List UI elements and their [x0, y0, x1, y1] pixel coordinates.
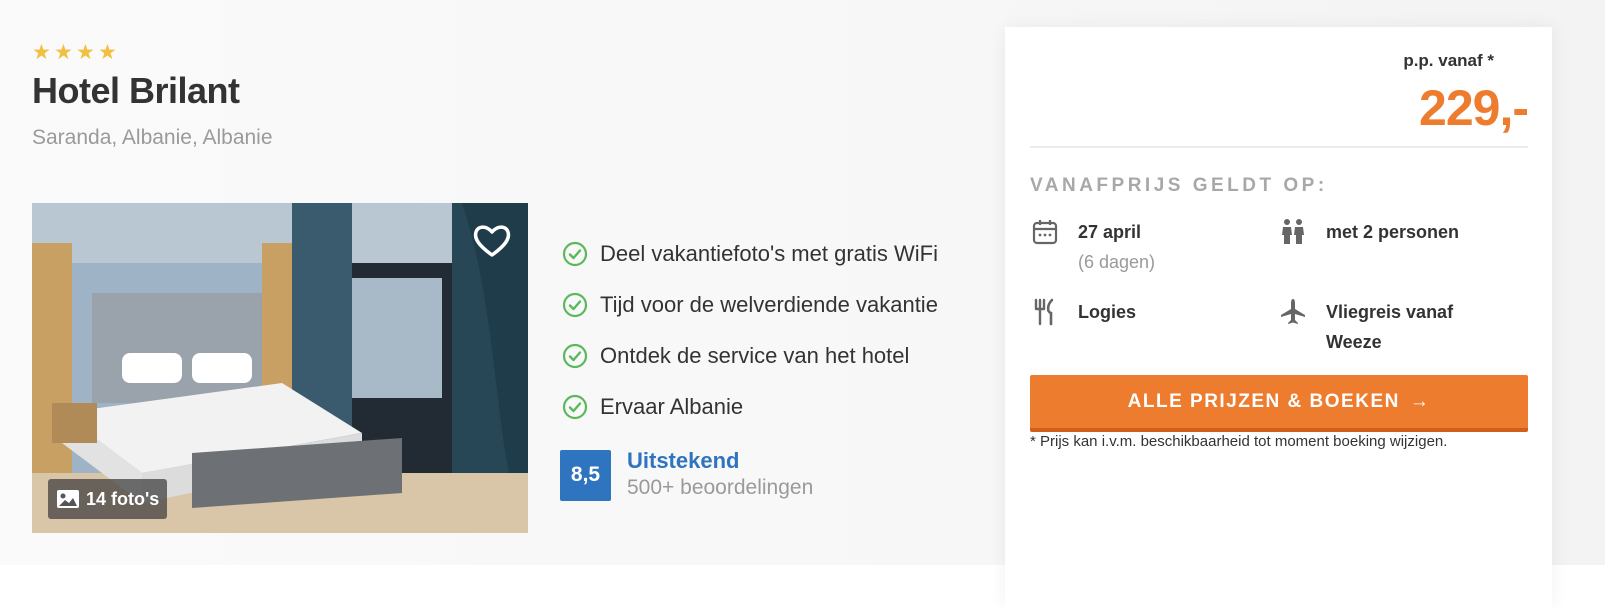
trip-duration: (6 dagen) [1078, 252, 1156, 272]
persons-info: met 2 personen [1278, 217, 1459, 247]
list-item: Ontdek de service van het hotel [562, 330, 938, 381]
photos-count-button[interactable]: 14 foto's [48, 479, 168, 519]
list-item: Deel vakantiefoto's met gratis WiFi [562, 228, 938, 279]
hotel-name: Hotel Brilant [32, 70, 240, 111]
persons-icon [1282, 219, 1304, 244]
star-icon: ★ [98, 41, 117, 64]
book-button-label: ALLE PRIJZEN & BOEKEN [1127, 390, 1400, 412]
heart-icon[interactable] [472, 221, 512, 261]
flight-origin: Weeze [1326, 332, 1382, 352]
rating-score-badge: 8,5 [560, 449, 611, 501]
price-amount: 229,- [1419, 80, 1529, 136]
price-applies-heading: VANAFPRIJS GELDT OP: [1030, 175, 1328, 196]
departure-date: 27 april [1078, 222, 1142, 242]
feature-text: Deel vakantiefoto's met gratis WiFi [600, 240, 938, 266]
plane-icon [1281, 299, 1305, 324]
book-button[interactable]: ALLE PRIJZEN & BOEKEN → [1030, 375, 1528, 432]
arrow-right-icon: → [1409, 390, 1431, 412]
check-circle-icon [562, 343, 588, 368]
divider [1030, 146, 1528, 148]
hotel-photo[interactable]: 14 foto's [32, 203, 528, 533]
image-icon [57, 490, 79, 508]
review-count: 500+ beoordelingen [627, 476, 814, 499]
star-icon: ★ [76, 41, 95, 64]
star-icon: ★ [54, 41, 73, 64]
rating-label-link[interactable]: Uitstekend [627, 448, 813, 474]
review-rating[interactable]: 8,5 Uitstekend 500+ beoordelingen [560, 448, 813, 502]
cutlery-icon [1034, 298, 1054, 326]
feature-text: Tijd voor de welverdiende vakantie [600, 291, 938, 317]
feature-list: Deel vakantiefoto's met gratis WiFi Tijd… [562, 228, 938, 432]
star-rating: ★ ★ ★ ★ [32, 41, 118, 64]
photos-count-label: 14 foto's [86, 488, 160, 509]
price-per-person-label: p.p. vanaf * [1403, 51, 1494, 70]
feature-text: Ervaar Albanie [600, 393, 744, 419]
star-icon: ★ [32, 41, 51, 64]
board-type: Logies [1078, 302, 1137, 322]
flight-departure-label: Vliegreis vanaf [1326, 302, 1454, 322]
list-item: Ervaar Albanie [562, 381, 938, 432]
price-card: p.p. vanaf * 229,- VANAFPRIJS GELDT OP: … [1005, 27, 1552, 607]
board-info: Logies [1030, 297, 1136, 327]
check-circle-icon [562, 394, 588, 419]
list-item: Tijd voor de welverdiende vakantie [562, 279, 938, 330]
flight-info: Vliegreis vanaf Weeze [1278, 297, 1453, 357]
feature-text: Ontdek de service van het hotel [600, 342, 910, 368]
hotel-location: Saranda, Albanie, Albanie [32, 126, 273, 149]
persons-count: met 2 personen [1326, 222, 1460, 242]
price-disclaimer: * Prijs kan i.v.m. beschikbaarheid tot m… [1030, 433, 1448, 450]
calendar-icon [1032, 220, 1058, 245]
departure-date-info: 27 april (6 dagen) [1030, 217, 1155, 277]
check-circle-icon [562, 292, 588, 317]
check-circle-icon [562, 241, 588, 266]
